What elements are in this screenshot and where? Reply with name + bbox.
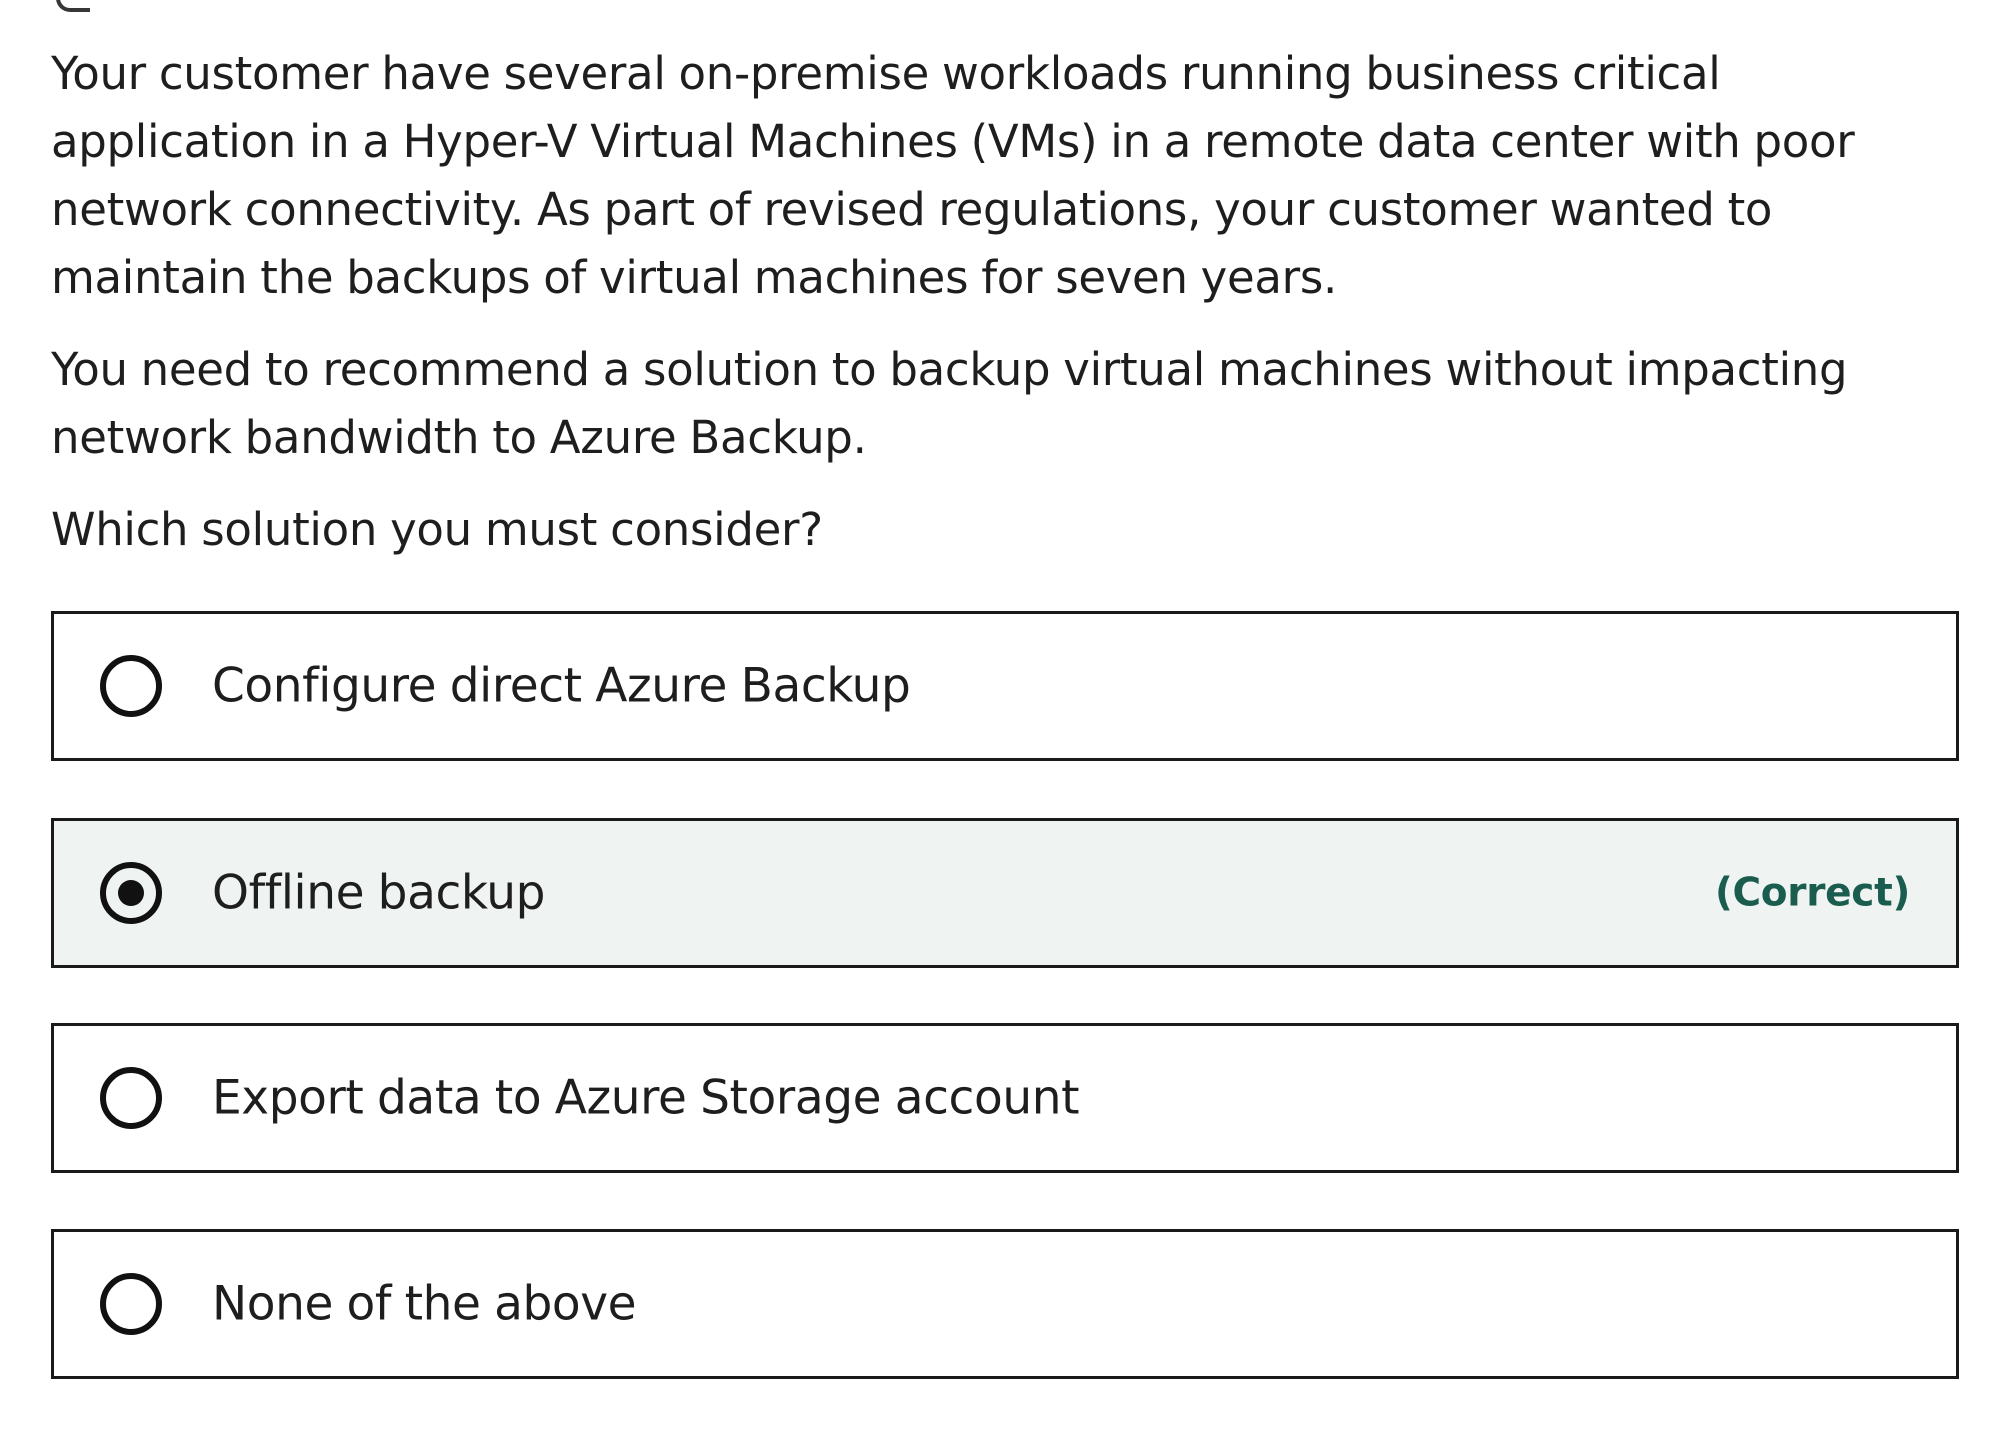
answer-option-label: Export data to Azure Storage account [212, 1070, 1080, 1126]
question-paragraph: Your customer have several on-premise wo… [51, 47, 1855, 304]
answer-option-label: Offline backup [212, 865, 546, 921]
answer-option-offline-backup[interactable]: Offline backup (Correct) [51, 818, 1959, 968]
question-paragraph: You need to recommend a solution to back… [51, 343, 1848, 464]
question-prompt: Which solution you must consider? [51, 503, 823, 556]
radio-button-selected-icon[interactable] [100, 862, 162, 924]
radio-button-icon[interactable] [100, 1273, 162, 1335]
answer-option-configure-direct-azure-backup[interactable]: Configure direct Azure Backup [51, 611, 1959, 761]
radio-button-icon[interactable] [100, 655, 162, 717]
question-text: Your customer have several on-premise wo… [51, 40, 1941, 564]
answer-option-none-of-the-above[interactable]: None of the above [51, 1229, 1959, 1379]
question-mark-fragment-icon [56, 0, 90, 12]
radio-button-icon[interactable] [100, 1067, 162, 1129]
answer-option-label: Configure direct Azure Backup [212, 658, 911, 714]
correct-badge: (Correct) [1714, 870, 1910, 916]
answer-option-label: None of the above [212, 1276, 637, 1332]
radio-dot-icon [118, 880, 144, 906]
answer-option-export-data[interactable]: Export data to Azure Storage account [51, 1023, 1959, 1173]
